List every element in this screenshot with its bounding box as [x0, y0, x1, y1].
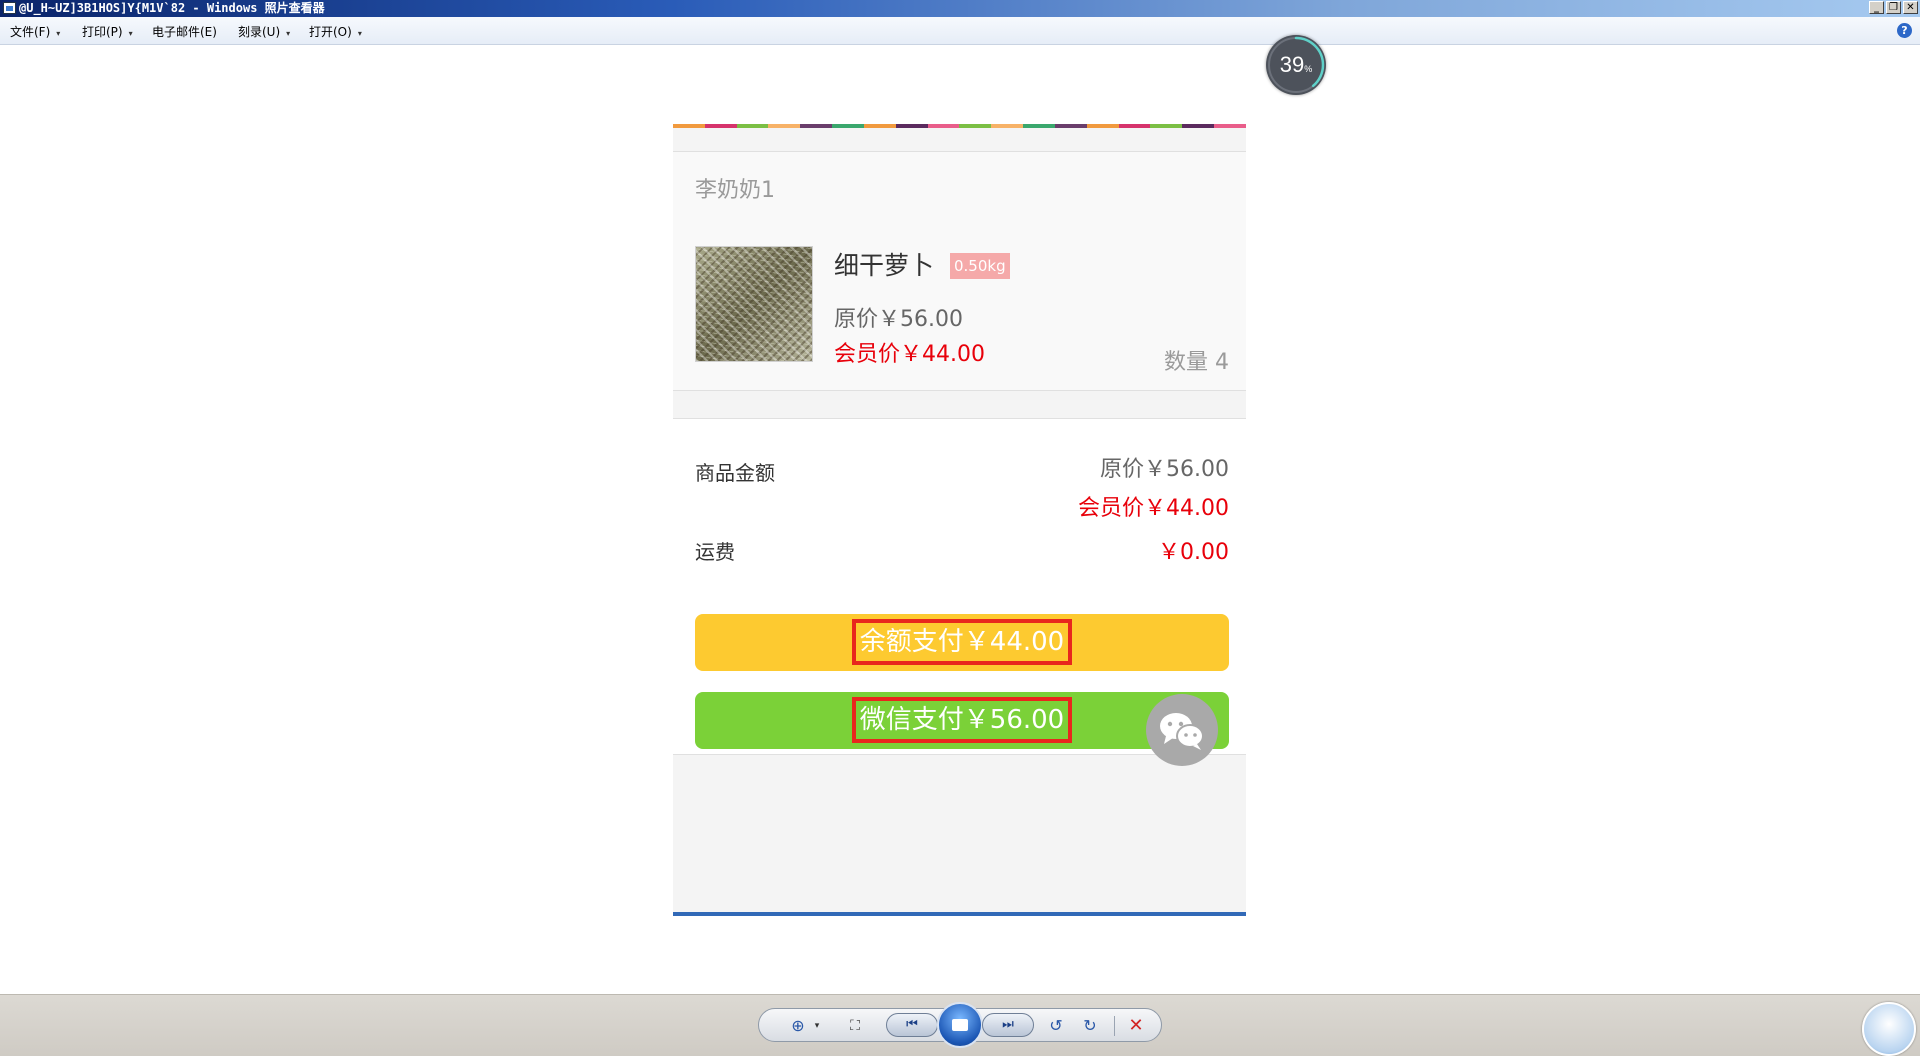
menu-open-label: 打开(O) — [309, 25, 352, 39]
stripe-segment — [959, 124, 992, 128]
next-icon: ⏭ — [1002, 1017, 1014, 1032]
order-screenshot: 李奶奶1 细干萝卜 0.50kg 原价￥56.00 会员价￥44.00 数量 4… — [673, 124, 1246, 914]
assistant-avatar-icon[interactable] — [1862, 1002, 1916, 1056]
stripe-segment — [768, 124, 801, 128]
chevron-down-icon: ▾ — [286, 29, 291, 38]
product-row[interactable]: 细干萝卜 0.50kg 原价￥56.00 会员价￥44.00 数量 4 — [673, 222, 1246, 391]
pay-wechat-label: 微信支付￥56.00 — [851, 697, 1073, 743]
progress-indicator: 39% — [1266, 35, 1326, 95]
rotate-clockwise-icon[interactable]: ↻ — [1080, 1016, 1100, 1036]
help-icon[interactable]: ? — [1897, 23, 1912, 38]
window-controls: _ ❐ ✕ — [1869, 1, 1918, 14]
pay-balance-label: 余额支付￥44.00 — [851, 619, 1073, 665]
zoom-icon[interactable]: ⊕ — [788, 1016, 808, 1036]
stripe-segment — [1086, 124, 1119, 128]
chevron-down-icon: ▾ — [357, 29, 362, 38]
stripe-segment — [991, 124, 1024, 128]
chevron-down-icon: ▾ — [56, 29, 61, 38]
menu-file[interactable]: 文件(F) ▾ — [10, 23, 60, 40]
image-bottom-border — [673, 912, 1246, 916]
stripe-segment — [1054, 124, 1087, 128]
product-original-price: 原价￥56.00 — [834, 307, 963, 332]
photo-viewer-app-icon — [3, 2, 16, 14]
wechat-icon — [1160, 713, 1204, 750]
stripe-segment — [863, 124, 896, 128]
restore-button[interactable]: ❐ — [1886, 1, 1901, 14]
previous-button[interactable]: ⏮ — [886, 1013, 938, 1037]
previous-icon: ⏮ — [906, 1017, 918, 1032]
stripe-segment — [1150, 124, 1183, 128]
product-member-price: 会员价￥44.00 — [834, 342, 985, 367]
stripe-segment — [704, 124, 737, 128]
minimize-button[interactable]: _ — [1869, 1, 1884, 14]
progress-value: 39 — [1279, 52, 1305, 77]
summary-member-price: 会员价￥44.00 — [1078, 496, 1229, 521]
stripe-segment — [1182, 124, 1215, 128]
delete-icon[interactable]: ✕ — [1126, 1016, 1146, 1036]
stripe-segment — [895, 124, 928, 128]
product-quantity: 数量 4 — [1164, 350, 1229, 375]
shop-name: 李奶奶1 — [695, 178, 775, 203]
toolbar-separator — [1114, 1016, 1115, 1036]
stripe-segment — [736, 124, 769, 128]
menu-print-label: 打印(P) — [82, 25, 123, 39]
product-image — [695, 246, 813, 362]
window-title-bar: @U_H~UZ]3B1HOS]Y{M1V`82 - Windows 照片查看器 … — [0, 0, 1920, 17]
progress-unit: % — [1304, 64, 1313, 74]
menu-email-label: 电子邮件(E) — [152, 25, 217, 39]
close-button[interactable]: ✕ — [1903, 1, 1918, 14]
goods-amount-label: 商品金额 — [695, 461, 775, 485]
menu-open[interactable]: 打开(O) ▾ — [309, 23, 362, 40]
menu-burn[interactable]: 刻录(U) ▾ — [238, 23, 290, 40]
weight-badge: 0.50kg — [950, 253, 1010, 279]
wechat-float-button[interactable] — [1146, 694, 1218, 766]
next-button[interactable]: ⏭ — [982, 1013, 1034, 1037]
product-name: 细干萝卜 — [834, 251, 935, 280]
window-title: @U_H~UZ]3B1HOS]Y{M1V`82 - Windows 照片查看器 — [19, 1, 325, 15]
progress-text: 39% — [1266, 35, 1326, 95]
pay-with-balance-button[interactable]: 余额支付￥44.00 — [695, 614, 1229, 671]
zoom-dropdown-icon[interactable]: ▾ — [807, 1016, 827, 1036]
menu-file-label: 文件(F) — [10, 25, 51, 39]
stripe-segment — [1023, 124, 1055, 128]
shipping-value: ￥0.00 — [1158, 540, 1229, 565]
summary-original-price: 原价￥56.00 — [1100, 457, 1229, 482]
stripe-segment — [832, 124, 864, 128]
menu-burn-label: 刻录(U) — [238, 25, 281, 39]
stripe-segment — [1214, 124, 1246, 128]
fit-to-window-icon[interactable]: ⛶ — [845, 1016, 865, 1036]
stripe-segment — [927, 124, 960, 128]
shipping-label: 运费 — [695, 540, 735, 564]
menu-print[interactable]: 打印(P) ▾ — [82, 23, 133, 40]
stripe-segment — [673, 124, 705, 128]
menu-bar: 文件(F) ▾ 打印(P) ▾ 电子邮件(E) 刻录(U) ▾ 打开(O) ▾ ? — [0, 17, 1920, 45]
slideshow-button[interactable] — [937, 1002, 983, 1048]
stripe-segment — [800, 124, 833, 128]
shop-row[interactable]: 李奶奶1 — [673, 151, 1246, 223]
rotate-counterclockwise-icon[interactable]: ↺ — [1046, 1016, 1066, 1036]
chevron-down-icon: ▾ — [128, 29, 133, 38]
menu-email[interactable]: 电子邮件(E) — [152, 23, 217, 40]
decorative-stripe — [673, 124, 1246, 128]
stripe-segment — [1118, 124, 1151, 128]
